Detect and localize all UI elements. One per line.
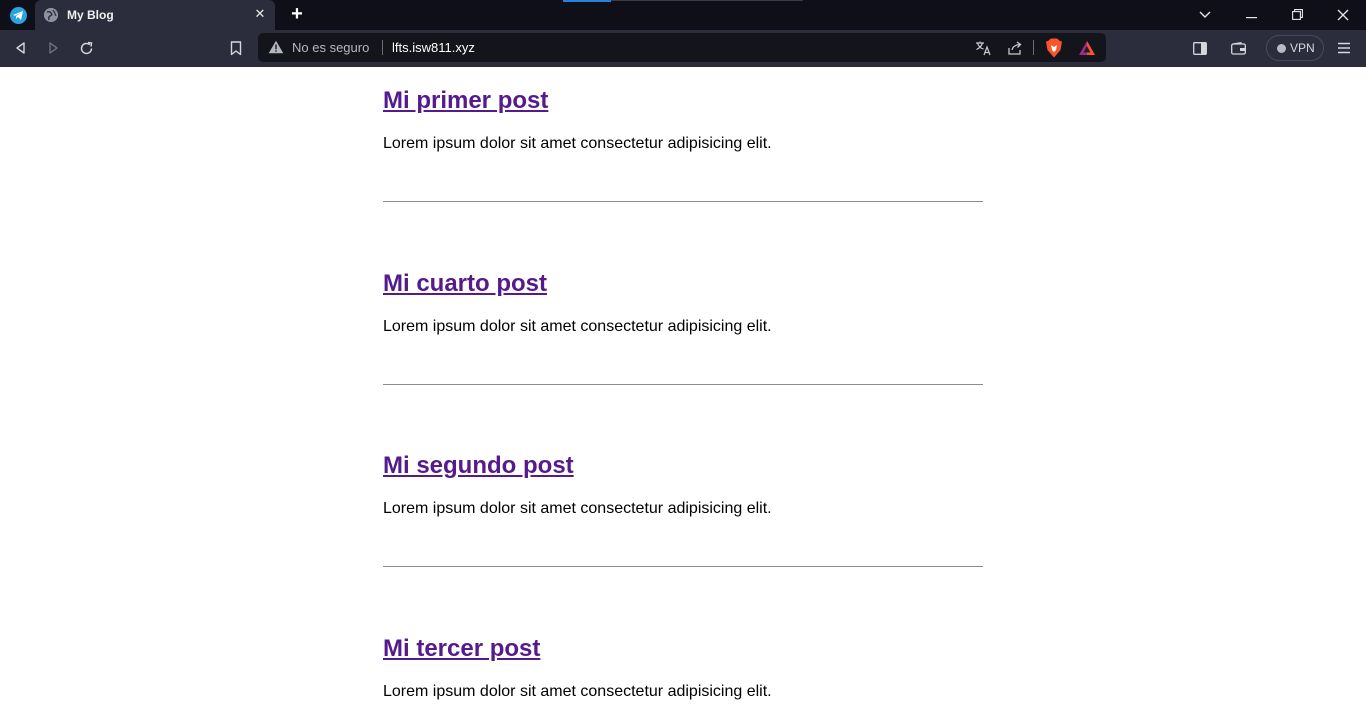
not-secure-warning-icon[interactable]: [268, 40, 284, 54]
post-title-link[interactable]: Mi segundo post: [383, 452, 574, 480]
translate-icon[interactable]: [973, 38, 993, 58]
forward-icon[interactable]: [40, 36, 66, 60]
post-divider: [383, 201, 983, 202]
tab-strip: My Blog ✕ +: [0, 0, 1366, 30]
menu-icon[interactable]: [1331, 36, 1357, 60]
back-icon[interactable]: [8, 36, 34, 60]
address-bar[interactable]: No es seguro lfts.isw811.xyz: [258, 33, 1106, 62]
tab-search-chevron-down-icon[interactable]: [1182, 0, 1228, 30]
post-divider: [383, 384, 983, 385]
post-title-link[interactable]: Mi primer post: [383, 87, 548, 115]
post-excerpt: Lorem ipsum dolor sit amet consectetur a…: [383, 500, 772, 517]
browser-toolbar: No es seguro lfts.isw811.xyz VPN: [0, 30, 1366, 67]
security-status-label[interactable]: No es seguro: [292, 40, 369, 55]
close-window-button[interactable]: [1320, 0, 1366, 30]
post-title-link[interactable]: Mi cuarto post: [383, 270, 547, 298]
tab-strip-divider: [611, 0, 803, 1]
post-divider: [383, 566, 983, 567]
vpn-status-icon: [1277, 44, 1286, 53]
post-excerpt: Lorem ipsum dolor sit amet consectetur a…: [383, 318, 772, 335]
address-divider: [382, 40, 383, 55]
active-tab[interactable]: My Blog ✕: [35, 0, 275, 30]
globe-icon: [44, 8, 58, 22]
restore-button[interactable]: [1274, 0, 1320, 30]
reload-icon[interactable]: [73, 36, 99, 60]
new-tab-button[interactable]: +: [287, 4, 307, 24]
brave-shields-icon[interactable]: [1044, 38, 1064, 58]
post-excerpt: Lorem ipsum dolor sit amet consectetur a…: [383, 135, 772, 152]
post-title-link[interactable]: Mi tercer post: [383, 635, 540, 663]
post-excerpt: Lorem ipsum dolor sit amet consectetur a…: [383, 683, 772, 700]
tab-loading-indicator: [563, 0, 611, 2]
address-icons-divider: [1033, 40, 1034, 55]
brave-rewards-icon[interactable]: [1077, 38, 1097, 58]
url-text[interactable]: lfts.isw811.xyz: [392, 40, 475, 55]
vpn-label: VPN: [1290, 41, 1315, 55]
wallet-icon[interactable]: [1225, 36, 1251, 60]
tab-title: My Blog: [67, 8, 114, 22]
minimize-button[interactable]: [1228, 0, 1274, 30]
vpn-button[interactable]: VPN: [1266, 35, 1324, 61]
sidebar-icon[interactable]: [1187, 36, 1213, 60]
bookmark-icon[interactable]: [223, 36, 249, 60]
tab-close-icon[interactable]: ✕: [251, 5, 269, 23]
share-icon[interactable]: [1005, 38, 1025, 58]
telegram-pinned-tab-icon[interactable]: [10, 7, 27, 24]
